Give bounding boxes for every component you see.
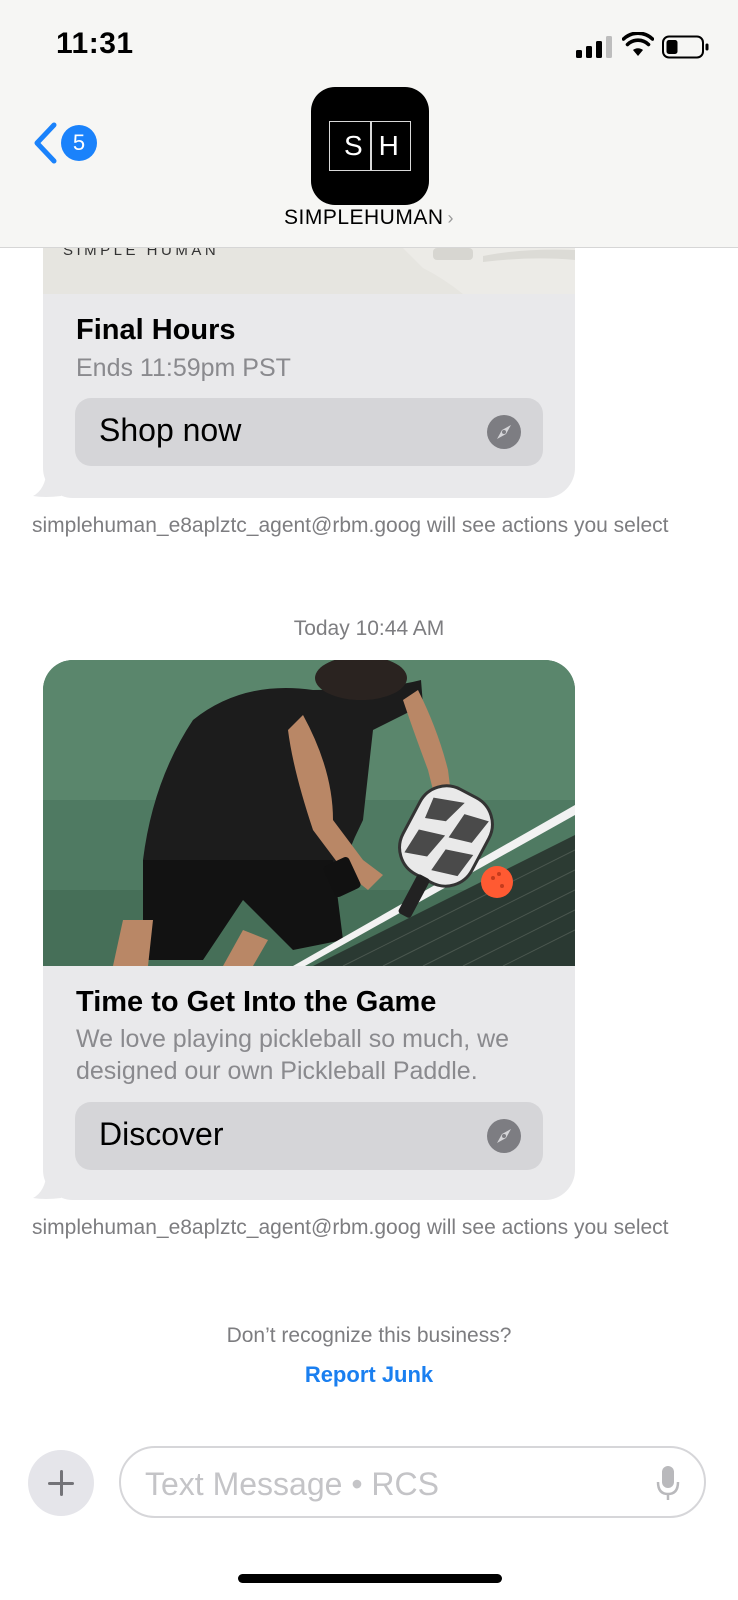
status-time: 11:31: [56, 27, 134, 60]
chevron-right-icon: ›: [447, 208, 455, 228]
contact-name: SIMPLEHUMAN: [283, 206, 444, 229]
message-timestamp: Today 10:44 AM: [0, 617, 738, 641]
contact-name-button[interactable]: SIMPLEHUMAN ›: [0, 206, 738, 230]
compass-icon: [487, 415, 521, 449]
contact-avatar[interactable]: SH: [311, 87, 429, 205]
pickleball-player-photo[interactable]: [43, 660, 575, 966]
actions-disclaimer: simplehuman_e8aplztc_agent@rbm.goog will…: [32, 514, 669, 537]
timestamp-time: 10:44 AM: [355, 617, 445, 640]
card-title: Time to Get Into the Game: [76, 986, 437, 1018]
avatar-logo-frame: SH: [329, 121, 411, 171]
microphone-icon[interactable]: [656, 1464, 680, 1502]
avatar-divider: [370, 122, 372, 170]
timestamp-day: Today: [293, 617, 350, 640]
cellular-signal-icon: [576, 36, 612, 58]
action-label: Discover: [99, 1116, 224, 1152]
conversation-header: 11:31 5 SH SIMPLEHUMAN ›: [0, 0, 738, 248]
discover-button[interactable]: Discover: [75, 1102, 543, 1170]
wifi-icon: [622, 32, 654, 56]
unknown-business-prompt: Don’t recognize this business?: [226, 1324, 512, 1347]
report-junk-link[interactable]: Report Junk: [0, 1362, 738, 1388]
chevron-left-icon: [34, 122, 57, 164]
shop-now-button[interactable]: Shop now: [75, 398, 543, 466]
back-button[interactable]: 5: [28, 118, 100, 168]
card-description: We love playing pickleball so much, we d…: [76, 1025, 510, 1085]
message-input[interactable]: Text Message • RCS: [119, 1446, 706, 1518]
add-attachment-button[interactable]: [28, 1450, 94, 1516]
home-indicator[interactable]: [238, 1574, 502, 1583]
compass-icon: [487, 1119, 521, 1153]
unread-count-badge: 5: [61, 125, 97, 161]
action-label: Shop now: [99, 412, 242, 448]
card-description: Ends 11:59pm PST: [76, 354, 291, 382]
card-title: Final Hours: [76, 314, 236, 346]
battery-icon: [662, 35, 709, 59]
actions-disclaimer: simplehuman_e8aplztc_agent@rbm.goog will…: [32, 1216, 669, 1239]
message-input-placeholder: Text Message • RCS: [145, 1466, 439, 1502]
